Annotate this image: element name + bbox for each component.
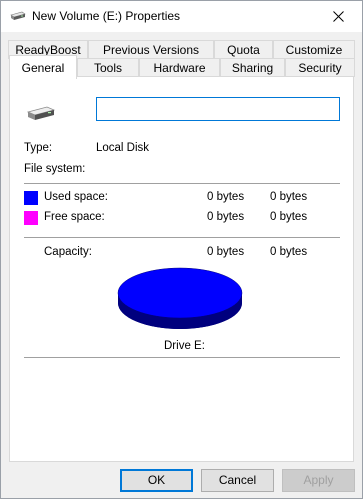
separator [24, 237, 340, 238]
drive-icon [10, 11, 26, 20]
drive-label: Drive E: [164, 340, 205, 352]
free-space-bytes: 0 bytes [207, 211, 245, 223]
separator [24, 357, 340, 358]
apply-button[interactable]: Apply [282, 469, 355, 492]
tab-previous-versions[interactable]: Previous Versions [88, 40, 214, 59]
volume-name-input[interactable] [96, 97, 340, 121]
tab-tools[interactable]: Tools [77, 58, 139, 77]
tab-general[interactable]: General [9, 55, 77, 79]
general-panel: Type: Local Disk File system: Used space… [9, 76, 354, 462]
cancel-button[interactable]: Cancel [201, 469, 274, 492]
capacity-label: Capacity: [44, 246, 92, 258]
pie-top [117, 267, 243, 319]
type-value: Local Disk [96, 142, 150, 154]
type-label: Type: [24, 142, 53, 154]
tab-sharing[interactable]: Sharing [220, 58, 285, 77]
ok-button[interactable]: OK [120, 469, 193, 492]
capacity-size: 0 bytes [270, 246, 308, 258]
used-space-label: Used space: [44, 191, 108, 203]
close-icon [333, 11, 344, 22]
disk-usage-pie [117, 267, 243, 329]
close-button[interactable] [316, 1, 362, 32]
used-space-bytes: 0 bytes [207, 191, 245, 203]
free-space-swatch [24, 211, 38, 225]
drive-icon [27, 106, 55, 120]
title-bar: New Volume (E:) Properties [1, 1, 362, 32]
free-space-size: 0 bytes [270, 211, 308, 223]
separator [24, 183, 340, 184]
tab-security[interactable]: Security [285, 58, 355, 77]
capacity-bytes: 0 bytes [207, 246, 245, 258]
tab-hardware[interactable]: Hardware [139, 58, 220, 77]
filesystem-label: File system: [24, 163, 86, 175]
used-space-swatch [24, 191, 38, 205]
used-space-size: 0 bytes [270, 191, 308, 203]
properties-dialog: New Volume (E:) Properties ReadyBoost Pr… [0, 0, 363, 499]
tab-customize[interactable]: Customize [273, 40, 355, 59]
window-title: New Volume (E:) Properties [32, 9, 181, 23]
free-space-label: Free space: [44, 211, 105, 223]
tab-quota[interactable]: Quota [214, 40, 273, 59]
